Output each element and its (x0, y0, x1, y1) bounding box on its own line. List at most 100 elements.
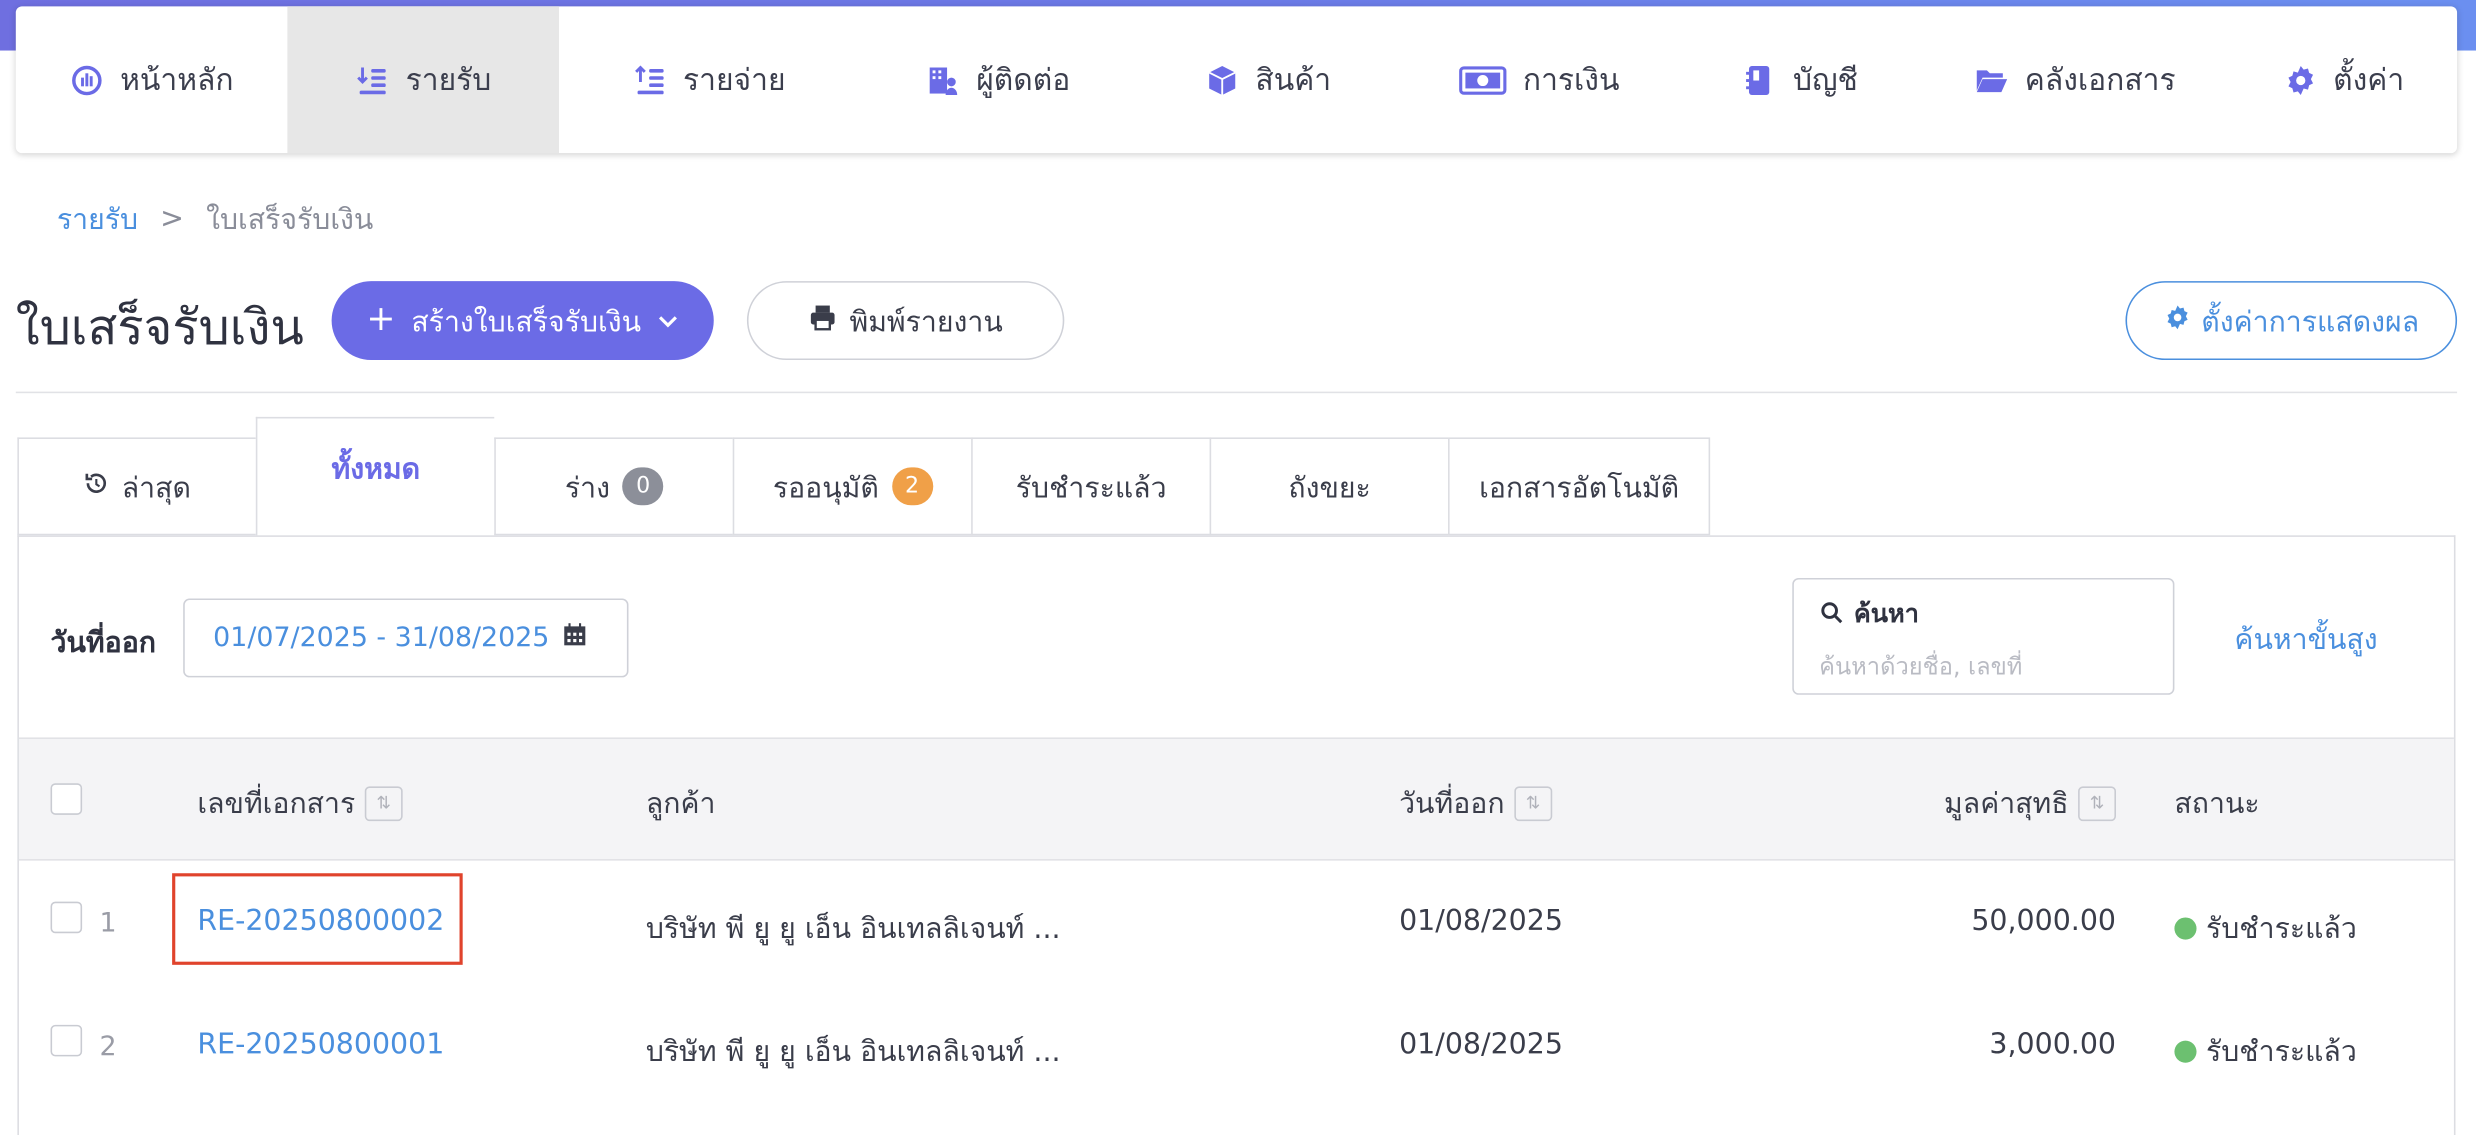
gear-icon (2283, 62, 2318, 97)
row-number: 1 (99, 907, 117, 940)
dashboard-gauge-icon (70, 62, 105, 97)
count-badge: 2 (891, 467, 933, 506)
product-box-icon (1205, 62, 1240, 97)
print-report-button[interactable]: พิมพ์รายงาน (746, 281, 1065, 361)
status-tabs: ล่าสุด ทั้งหมด ร่าง 0 รออนุมัติ 2 รับชำร… (17, 416, 1711, 537)
nav-label: ตั้งค่า (2333, 62, 2405, 98)
plus-icon: + (366, 300, 396, 340)
tab-latest[interactable]: ล่าสุด (17, 437, 256, 536)
calendar-icon (562, 621, 587, 654)
row-checkbox[interactable] (50, 1024, 83, 1057)
column-label: สถานะ (2174, 787, 2260, 822)
contacts-building-icon (926, 62, 961, 97)
count-badge: 0 (622, 467, 664, 506)
nav-item-documents[interactable]: คลังเอกสาร (1920, 6, 2230, 153)
tab-label: รออนุมัติ (772, 471, 879, 505)
date-range-value: 01/07/2025 - 31/08/2025 (213, 622, 550, 654)
nav-item-home[interactable]: หน้าหลัก (16, 6, 288, 153)
money-bill-icon (1459, 62, 1508, 97)
column-issue-date: วันที่ออก ⇅ (1399, 780, 1552, 826)
date-filter-label: วันที่ออก (50, 626, 157, 661)
nav-item-income[interactable]: รายรับ (287, 6, 560, 154)
column-label: เลขที่เอกสาร (197, 787, 356, 822)
tab-paid[interactable]: รับชำระแล้ว (971, 437, 1210, 536)
nav-label: การเงิน (1522, 62, 1620, 98)
table-row[interactable]: 2 RE-20250800001 บริษัท พี ยู ยู เอ็น อิ… (19, 984, 2454, 1107)
nav-item-settings[interactable]: ตั้งค่า (2230, 6, 2457, 153)
search-input[interactable]: ค้นหา ค้นหาด้วยชื่อ, เลขที่ (1792, 577, 2175, 695)
tab-label: ถังขยะ (1288, 471, 1371, 505)
breadcrumb-current: ใบเสร็จรับเงิน (206, 203, 374, 237)
doc-number-link[interactable]: RE-20250800002 (197, 905, 444, 938)
row-checkbox[interactable] (50, 901, 83, 934)
tab-label: เอกสารอัตโนมัติ (1479, 471, 1680, 505)
advanced-search-link[interactable]: ค้นหาขั้นสูง (2234, 616, 2377, 662)
create-receipt-label: สร้างใบเสร็จรับเงิน (411, 305, 642, 339)
issue-date: 01/08/2025 (1399, 1027, 1563, 1062)
sort-icon[interactable]: ⇅ (2078, 785, 2116, 821)
row-number: 2 (99, 1031, 117, 1063)
tab-auto-documents[interactable]: เอกสารอัตโนมัติ (1448, 437, 1711, 536)
tab-trash[interactable]: ถังขยะ (1209, 437, 1449, 536)
nav-label: รายจ่าย (682, 62, 786, 98)
tab-label: ล่าสุด (121, 471, 191, 505)
tab-label: ทั้งหมด (331, 453, 421, 487)
select-all-checkbox[interactable] (50, 783, 83, 815)
search-placeholder: ค้นหาด้วยชื่อ, เลขที่ (1819, 652, 2023, 681)
issue-date: 01/08/2025 (1399, 904, 1563, 938)
gear-icon (2163, 302, 2191, 338)
search-label-row: ค้นหา (1819, 595, 2147, 634)
display-settings-button[interactable]: ตั้งค่าการแสดงผล (2125, 281, 2458, 361)
nav-item-contacts[interactable]: ผู้ติดต่อ (859, 6, 1137, 153)
column-net-value: มูลค่าสุทธิ ⇅ (1944, 780, 2116, 826)
nav-label: สินค้า (1255, 62, 1332, 98)
customer-name: บริษัท พี ยู ยู เอ็น อินเทลลิเจนท์ ... (645, 912, 1061, 946)
history-icon (84, 470, 109, 503)
display-settings-label: ตั้งค่าการแสดงผล (2201, 305, 2420, 339)
sort-icon[interactable]: ⇅ (364, 785, 403, 821)
expense-list-icon (632, 62, 667, 97)
nav-item-finance[interactable]: การเงิน (1399, 6, 1680, 153)
tab-pending-approval[interactable]: รออนุมัติ 2 (732, 437, 972, 536)
status-label: รับชำระแล้ว (2206, 1035, 2357, 1070)
tab-draft[interactable]: ร่าง 0 (494, 437, 733, 536)
page-title: ใบเสร็จรับเงิน (15, 300, 304, 357)
nav-label: หน้าหลัก (120, 62, 234, 98)
search-label: ค้นหา (1853, 598, 1919, 629)
receipt-list-panel: วันที่ออก 01/07/2025 - 31/08/2025 ค้นหา … (17, 535, 2456, 1135)
nav-label: บัญชี (1792, 62, 1858, 98)
search-icon (1819, 599, 1844, 631)
column-label: ลูกค้า (645, 787, 716, 822)
nav-label: รายรับ (405, 62, 492, 98)
column-doc-no: เลขที่เอกสาร ⇅ (197, 780, 403, 826)
breadcrumb-income-link[interactable]: รายรับ (57, 196, 138, 242)
printer-icon (808, 302, 836, 338)
doc-number-link[interactable]: RE-20250800001 (197, 1028, 444, 1061)
status-dot-icon (2174, 1039, 2197, 1062)
nav-item-accounting[interactable]: บัญชี (1680, 6, 1920, 153)
status-dot-icon (2174, 916, 2197, 939)
folder-open-icon (1974, 62, 2009, 97)
table-header: เลขที่เอกสาร ⇅ ลูกค้า วันที่ออก ⇅ มูลค่า… (18, 737, 2454, 861)
tab-label: รับชำระแล้ว (1015, 471, 1167, 505)
tab-label: ร่าง (564, 471, 610, 505)
nav-item-expense[interactable]: รายจ่าย (559, 6, 859, 153)
column-label: วันที่ออก (1399, 787, 1505, 822)
net-value: 50,000.00 (1971, 904, 2116, 938)
table-row[interactable]: 1 RE-20250800002 บริษัท พี ยู ยู เอ็น อิ… (19, 861, 2454, 984)
date-range-picker[interactable]: 01/07/2025 - 31/08/2025 (183, 598, 629, 678)
breadcrumb-separator: > (160, 202, 184, 236)
nav-label: คลังเอกสาร (2024, 62, 2176, 98)
create-receipt-button[interactable]: + สร้างใบเสร็จรับเงิน (331, 281, 714, 361)
tab-all[interactable]: ทั้งหมด (255, 416, 495, 537)
status-badge: รับชำระแล้ว (2174, 905, 2357, 951)
column-customer: ลูกค้า (646, 780, 716, 826)
account-book-icon (1742, 62, 1777, 97)
nav-item-products[interactable]: สินค้า (1137, 6, 1399, 153)
breadcrumb: รายรับ > ใบเสร็จรับเงิน (57, 196, 374, 242)
sort-icon[interactable]: ⇅ (1514, 785, 1552, 821)
column-status: สถานะ (2174, 780, 2259, 826)
net-value: 3,000.00 (1989, 1027, 2116, 1062)
nav-label: ผู้ติดต่อ (976, 62, 1071, 98)
main-nav: หน้าหลัก รายรับ รายจ่าย ผู้ติดต่อ สินค้า (15, 6, 2458, 154)
